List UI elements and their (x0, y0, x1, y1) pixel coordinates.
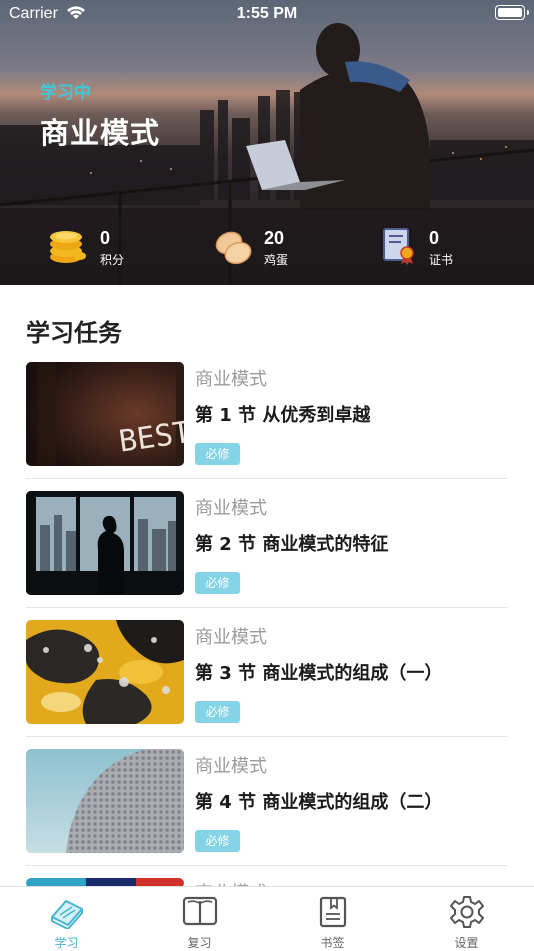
tab-review-label: 复习 (187, 936, 212, 950)
task-lesson-title: 第 3 节 商业模式的组成（一） (195, 663, 443, 684)
task-course-name: 商业模式 (195, 627, 267, 648)
required-badge: 必修 (195, 701, 240, 723)
eggs-label: 鸡蛋 (264, 253, 289, 267)
tab-settings[interactable]: 设置 (400, 887, 533, 951)
task-thumbnail (26, 749, 184, 853)
task-lesson-title: 第 2 节 商业模式的特征 (195, 534, 389, 555)
task-item[interactable]: 商业模式 第 4 节 商业模式的组成（二） 必修 (26, 749, 508, 866)
hero-header: Carrier 1:55 PM 学习中 商业模式 0 积分 20 鸡蛋 0 证书 (0, 0, 534, 285)
task-course-name: 商业模式 (195, 498, 267, 519)
open-book-icon (182, 896, 217, 926)
book-stack-icon (50, 900, 83, 929)
required-badge: 必修 (195, 443, 240, 465)
gear-icon (449, 896, 484, 928)
stat-eggs[interactable]: 20 鸡蛋 (213, 226, 313, 271)
task-course-name: 商业模式 (195, 369, 267, 390)
coins-icon (50, 231, 86, 263)
divider (26, 865, 508, 866)
task-thumbnail (26, 491, 184, 595)
task-item[interactable]: 商业模式 第 3 节 商业模式的组成（一） 必修 (26, 620, 508, 737)
tab-bookmarks[interactable]: 书签 (266, 887, 399, 951)
divider (26, 607, 508, 608)
points-label: 积分 (100, 253, 125, 267)
task-thumbnail (26, 620, 184, 724)
tab-learn-label: 学习 (54, 936, 79, 950)
current-course-title: 商业模式 (40, 116, 161, 150)
divider (26, 478, 508, 479)
learning-status-label: 学习中 (40, 83, 91, 103)
tab-learn[interactable]: 学习 (0, 887, 133, 951)
task-course-name: 商业模式 (195, 756, 267, 777)
stat-certificates[interactable]: 0 证书 (380, 226, 480, 271)
eggs-icon (215, 231, 252, 265)
task-item[interactable]: 商业模式 第 2 节 商业模式的特征 必修 (26, 491, 508, 608)
stat-points[interactable]: 0 积分 (49, 226, 149, 271)
certificates-label: 证书 (429, 253, 454, 267)
required-badge: 必修 (195, 830, 240, 852)
points-value: 0 (100, 228, 111, 248)
task-lesson-title: 第 1 节 从优秀到卓越 (195, 405, 371, 426)
required-badge: 必修 (195, 572, 240, 594)
certificates-value: 0 (429, 228, 440, 248)
battery-icon (495, 5, 529, 20)
eggs-value: 20 (264, 228, 285, 248)
tab-settings-label: 设置 (454, 936, 479, 950)
tab-bookmarks-label: 书签 (320, 936, 345, 950)
stats-bar: 0 积分 20 鸡蛋 0 证书 (0, 208, 534, 285)
certificate-icon (383, 228, 414, 265)
tasks-section-title: 学习任务 (26, 319, 122, 347)
task-thumbnail: BEST (26, 362, 184, 466)
divider (26, 736, 508, 737)
bookmark-icon (319, 896, 346, 928)
task-list: BEST 商业模式 第 1 节 从优秀到卓越 必修 商业模式 第 2 节 商业模… (26, 362, 508, 913)
tab-bar: 学习 复习 书签 设置 (0, 886, 534, 951)
status-bar: Carrier 1:55 PM (0, 0, 534, 30)
task-item[interactable]: BEST 商业模式 第 1 节 从优秀到卓越 必修 (26, 362, 508, 479)
status-time: 1:55 PM (236, 5, 298, 22)
tab-review[interactable]: 复习 (133, 887, 266, 951)
task-lesson-title: 第 4 节 商业模式的组成（二） (195, 792, 443, 813)
